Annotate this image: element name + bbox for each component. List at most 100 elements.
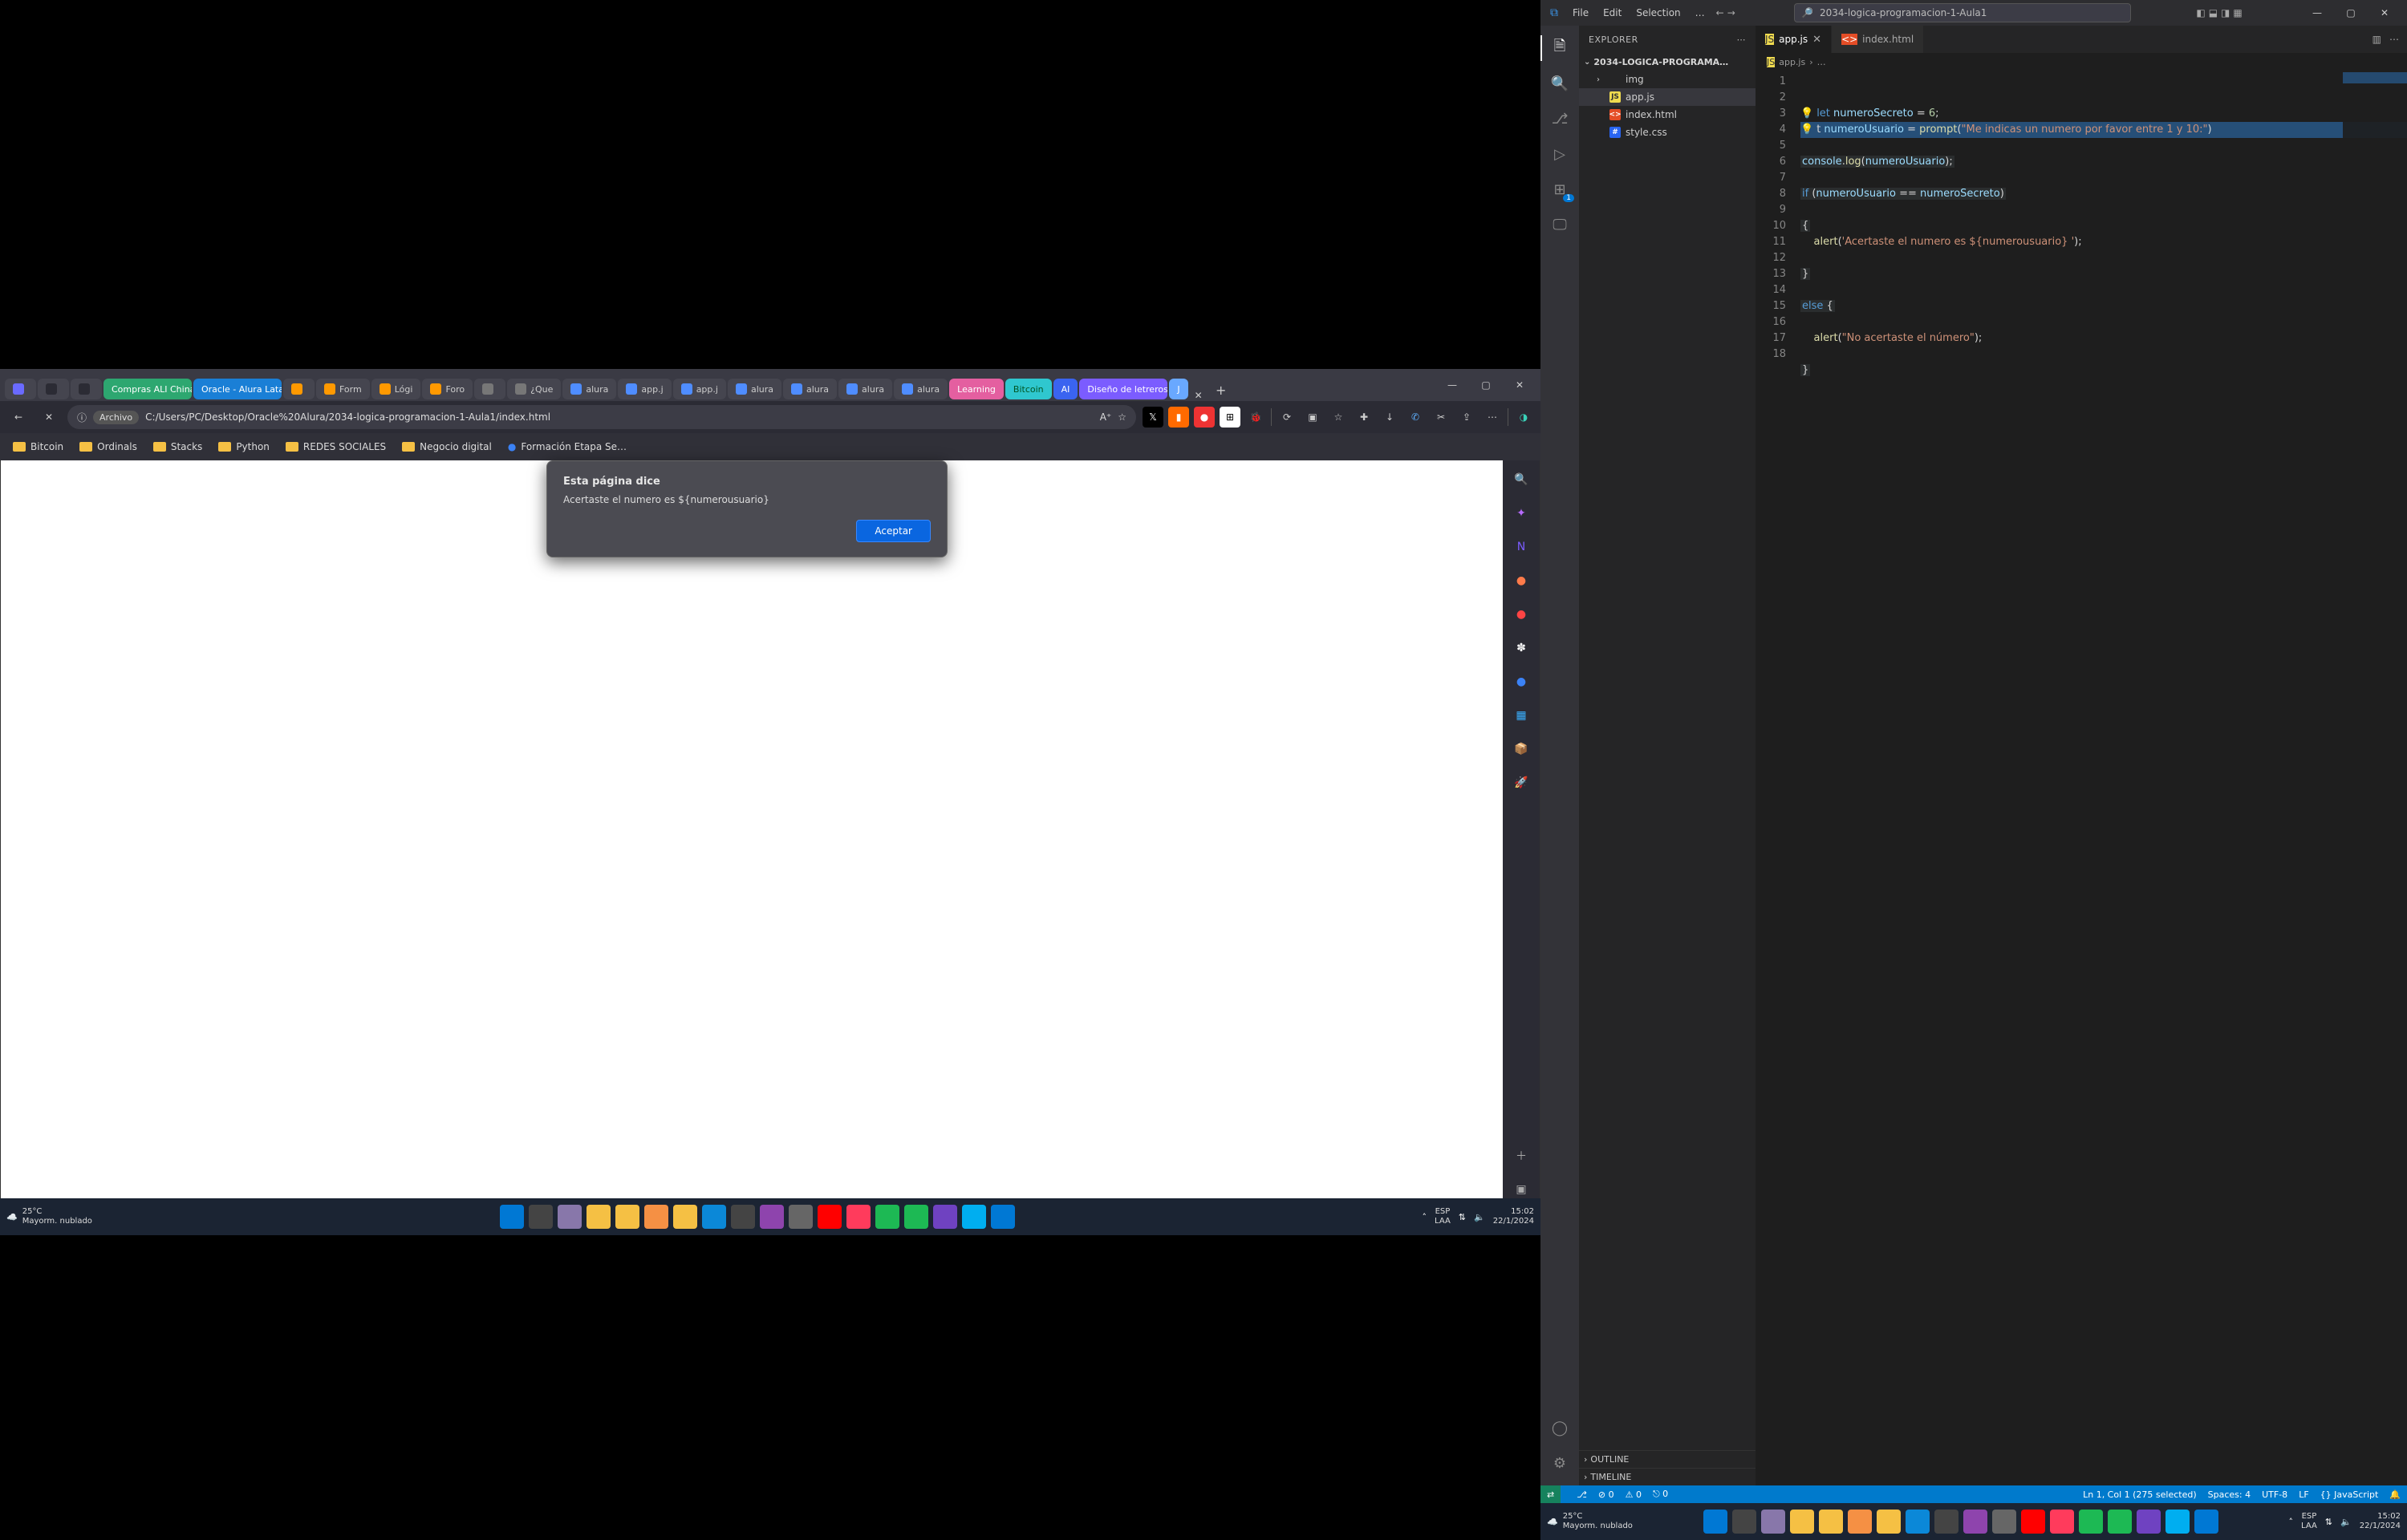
browser-tab[interactable]: Diseño de letreros <box>1079 379 1167 399</box>
note-icon[interactable]: N <box>1510 536 1532 558</box>
folder-root[interactable]: ⌄ 2034-LOGICA-PROGRAMA… <box>1579 53 1756 71</box>
bookmark-item[interactable]: Ordinals <box>73 438 144 456</box>
language-indicator[interactable]: {} JavaScript <box>2320 1489 2379 1500</box>
ext-red-icon[interactable]: ● <box>1194 407 1215 428</box>
maximize-button[interactable]: ▢ <box>1470 373 1502 397</box>
address-bar[interactable]: ⓘ Archivo C:/Users/PC/Desktop/Oracle%20A… <box>67 405 1136 429</box>
menu-item[interactable]: File <box>1566 4 1595 22</box>
browser-tab[interactable]: alura <box>894 379 948 399</box>
taskbar-weather[interactable]: ☁️ 25°C Mayorm. nublado <box>6 1207 92 1226</box>
volume-icon[interactable]: 🔈 <box>2340 1517 2352 1527</box>
rocket-icon[interactable]: 🚀 <box>1510 772 1532 794</box>
tree-item[interactable]: #style.css <box>1579 124 1756 141</box>
sidebar-collapse-icon[interactable]: ▣ <box>1510 1178 1532 1201</box>
wifi-icon[interactable]: ⇅ <box>1459 1212 1466 1222</box>
indent-indicator[interactable]: Spaces: 4 <box>2208 1489 2251 1500</box>
menu-item[interactable]: Edit <box>1597 4 1628 22</box>
code-line[interactable] <box>1800 379 2407 395</box>
code-line[interactable] <box>1800 282 2407 298</box>
search-activity-icon[interactable]: 🔍 <box>1540 67 1579 99</box>
clock-time[interactable]: 15:02 <box>1493 1207 1534 1217</box>
timeline-panel[interactable]: ›TIMELINE <box>1579 1468 1756 1485</box>
code-line[interactable]: alert('Acertaste el numero es ${numerous… <box>1800 234 2407 250</box>
ext-dots-icon[interactable]: ⊞ <box>1220 407 1240 428</box>
lightbulb-icon[interactable]: 💡 <box>1800 107 1813 120</box>
browser-tab[interactable]: app.j <box>618 379 671 399</box>
taskbar-app[interactable] <box>2050 1510 2074 1534</box>
code-line[interactable]: } <box>1800 363 2407 379</box>
panel-left-icon[interactable]: ◧ <box>2196 7 2205 18</box>
share-icon[interactable]: ⇪ <box>1456 407 1477 428</box>
editor-tab[interactable]: <>index.html <box>1832 26 1924 53</box>
code-line[interactable] <box>1800 346 2407 363</box>
errors-indicator[interactable]: ⊘ 0 <box>1598 1489 1614 1500</box>
ext-bug-icon[interactable]: 🐞 <box>1245 407 1266 428</box>
browser-tab[interactable]: Compras ALI China <box>104 379 192 399</box>
taskbar-app[interactable] <box>1963 1510 1987 1534</box>
code-line[interactable]: alert("No acertaste el número"); <box>1800 330 2407 346</box>
tree-item[interactable]: JSapp.js <box>1579 88 1756 106</box>
browser-tab[interactable] <box>474 379 505 399</box>
minimize-button[interactable]: — <box>1436 373 1468 397</box>
orb2-icon[interactable]: ● <box>1510 603 1532 626</box>
scm-icon[interactable]: ⎇ <box>1540 103 1579 135</box>
system-tray[interactable]: ˄ ESP LAA ⇅ 🔈 15:02 22/1/2024 <box>2289 1512 2401 1531</box>
browser-tab[interactable]: Oracle - Alura Latam <box>193 379 282 399</box>
system-tray[interactable]: ˄ ESP LAA ⇅ 🔈 15:02 22/1/2024 <box>1423 1207 1534 1226</box>
explorer-icon[interactable]: 🗎 <box>1540 32 1579 64</box>
breadcrumbs[interactable]: JS app.js › … <box>1756 53 2407 71</box>
code-line[interactable]: } <box>1800 266 2407 282</box>
search-icon[interactable]: 🔍 <box>1510 468 1532 491</box>
maximize-button[interactable]: ▢ <box>2335 1 2367 25</box>
menu-item[interactable]: … <box>1689 4 1711 22</box>
code-line[interactable]: 💡let numeroSecreto = 6; <box>1800 106 2407 122</box>
bookmark-item[interactable]: Bitcoin <box>6 438 70 456</box>
port-indicator[interactable]: ⎋ 0 <box>1653 1489 1668 1500</box>
taskbar-app[interactable] <box>1877 1510 1901 1534</box>
menu-item[interactable]: Selection <box>1630 4 1687 22</box>
browser-tab[interactable]: J <box>1169 379 1187 399</box>
tree-item[interactable]: ›img <box>1579 71 1756 88</box>
taskbar-app[interactable] <box>587 1205 611 1229</box>
taskbar-app[interactable] <box>673 1205 697 1229</box>
code-editor[interactable]: 123456789101112131415161718 💡let numeroS… <box>1756 71 2407 1485</box>
code-line[interactable]: if (numeroUsuario == numeroSecreto) <box>1800 186 2407 202</box>
taskbar-app[interactable] <box>702 1205 726 1229</box>
browser-tab[interactable] <box>38 379 69 399</box>
chevron-up-icon[interactable]: ˄ <box>1423 1212 1427 1222</box>
star-icon[interactable]: ☆ <box>1118 411 1126 423</box>
cal-icon[interactable]: ▦ <box>1510 704 1532 727</box>
code-line[interactable] <box>1800 170 2407 186</box>
bookmark-item[interactable]: Python <box>212 438 276 456</box>
ime-indicator[interactable]: ESP <box>2301 1512 2317 1522</box>
minimap[interactable] <box>2343 71 2407 1485</box>
favorites-icon[interactable]: ☆ <box>1328 407 1349 428</box>
taskbar-app[interactable] <box>846 1205 871 1229</box>
close-button[interactable]: ✕ <box>1504 373 1536 397</box>
taskbar-app[interactable] <box>731 1205 755 1229</box>
code-line[interactable] <box>1800 138 2407 154</box>
taskbar-app[interactable] <box>500 1205 524 1229</box>
extensions-icon[interactable]: ⊞1 <box>1540 173 1579 205</box>
taskbar-app[interactable] <box>1848 1510 1872 1534</box>
box-icon[interactable]: 📦 <box>1510 738 1532 760</box>
browser-tab[interactable]: alura <box>838 379 892 399</box>
back-button[interactable]: ← <box>6 405 30 429</box>
browser-tab[interactable]: alura <box>783 379 837 399</box>
taskbar-app[interactable] <box>789 1205 813 1229</box>
ext-x-icon[interactable]: 𝕏 <box>1143 407 1163 428</box>
panel-right-icon[interactable]: ◨ <box>2221 7 2230 18</box>
bug-icon[interactable]: ✽ <box>1510 637 1532 659</box>
taskbar-app[interactable] <box>1761 1510 1785 1534</box>
taskbar-app[interactable] <box>2108 1510 2132 1534</box>
new-tab-button[interactable]: + <box>1209 379 1233 401</box>
browser-tab[interactable]: Lógi <box>371 379 421 399</box>
outline-panel[interactable]: ›OUTLINE <box>1579 1450 1756 1468</box>
taskbar-app[interactable] <box>615 1205 639 1229</box>
taskbar-app[interactable] <box>2137 1510 2161 1534</box>
taskbar-app[interactable] <box>1732 1510 1756 1534</box>
account-icon[interactable]: ◯ <box>1540 1412 1579 1444</box>
orb3-icon[interactable]: ● <box>1510 671 1532 693</box>
code-line[interactable] <box>1800 314 2407 330</box>
taskbar-app[interactable] <box>962 1205 986 1229</box>
